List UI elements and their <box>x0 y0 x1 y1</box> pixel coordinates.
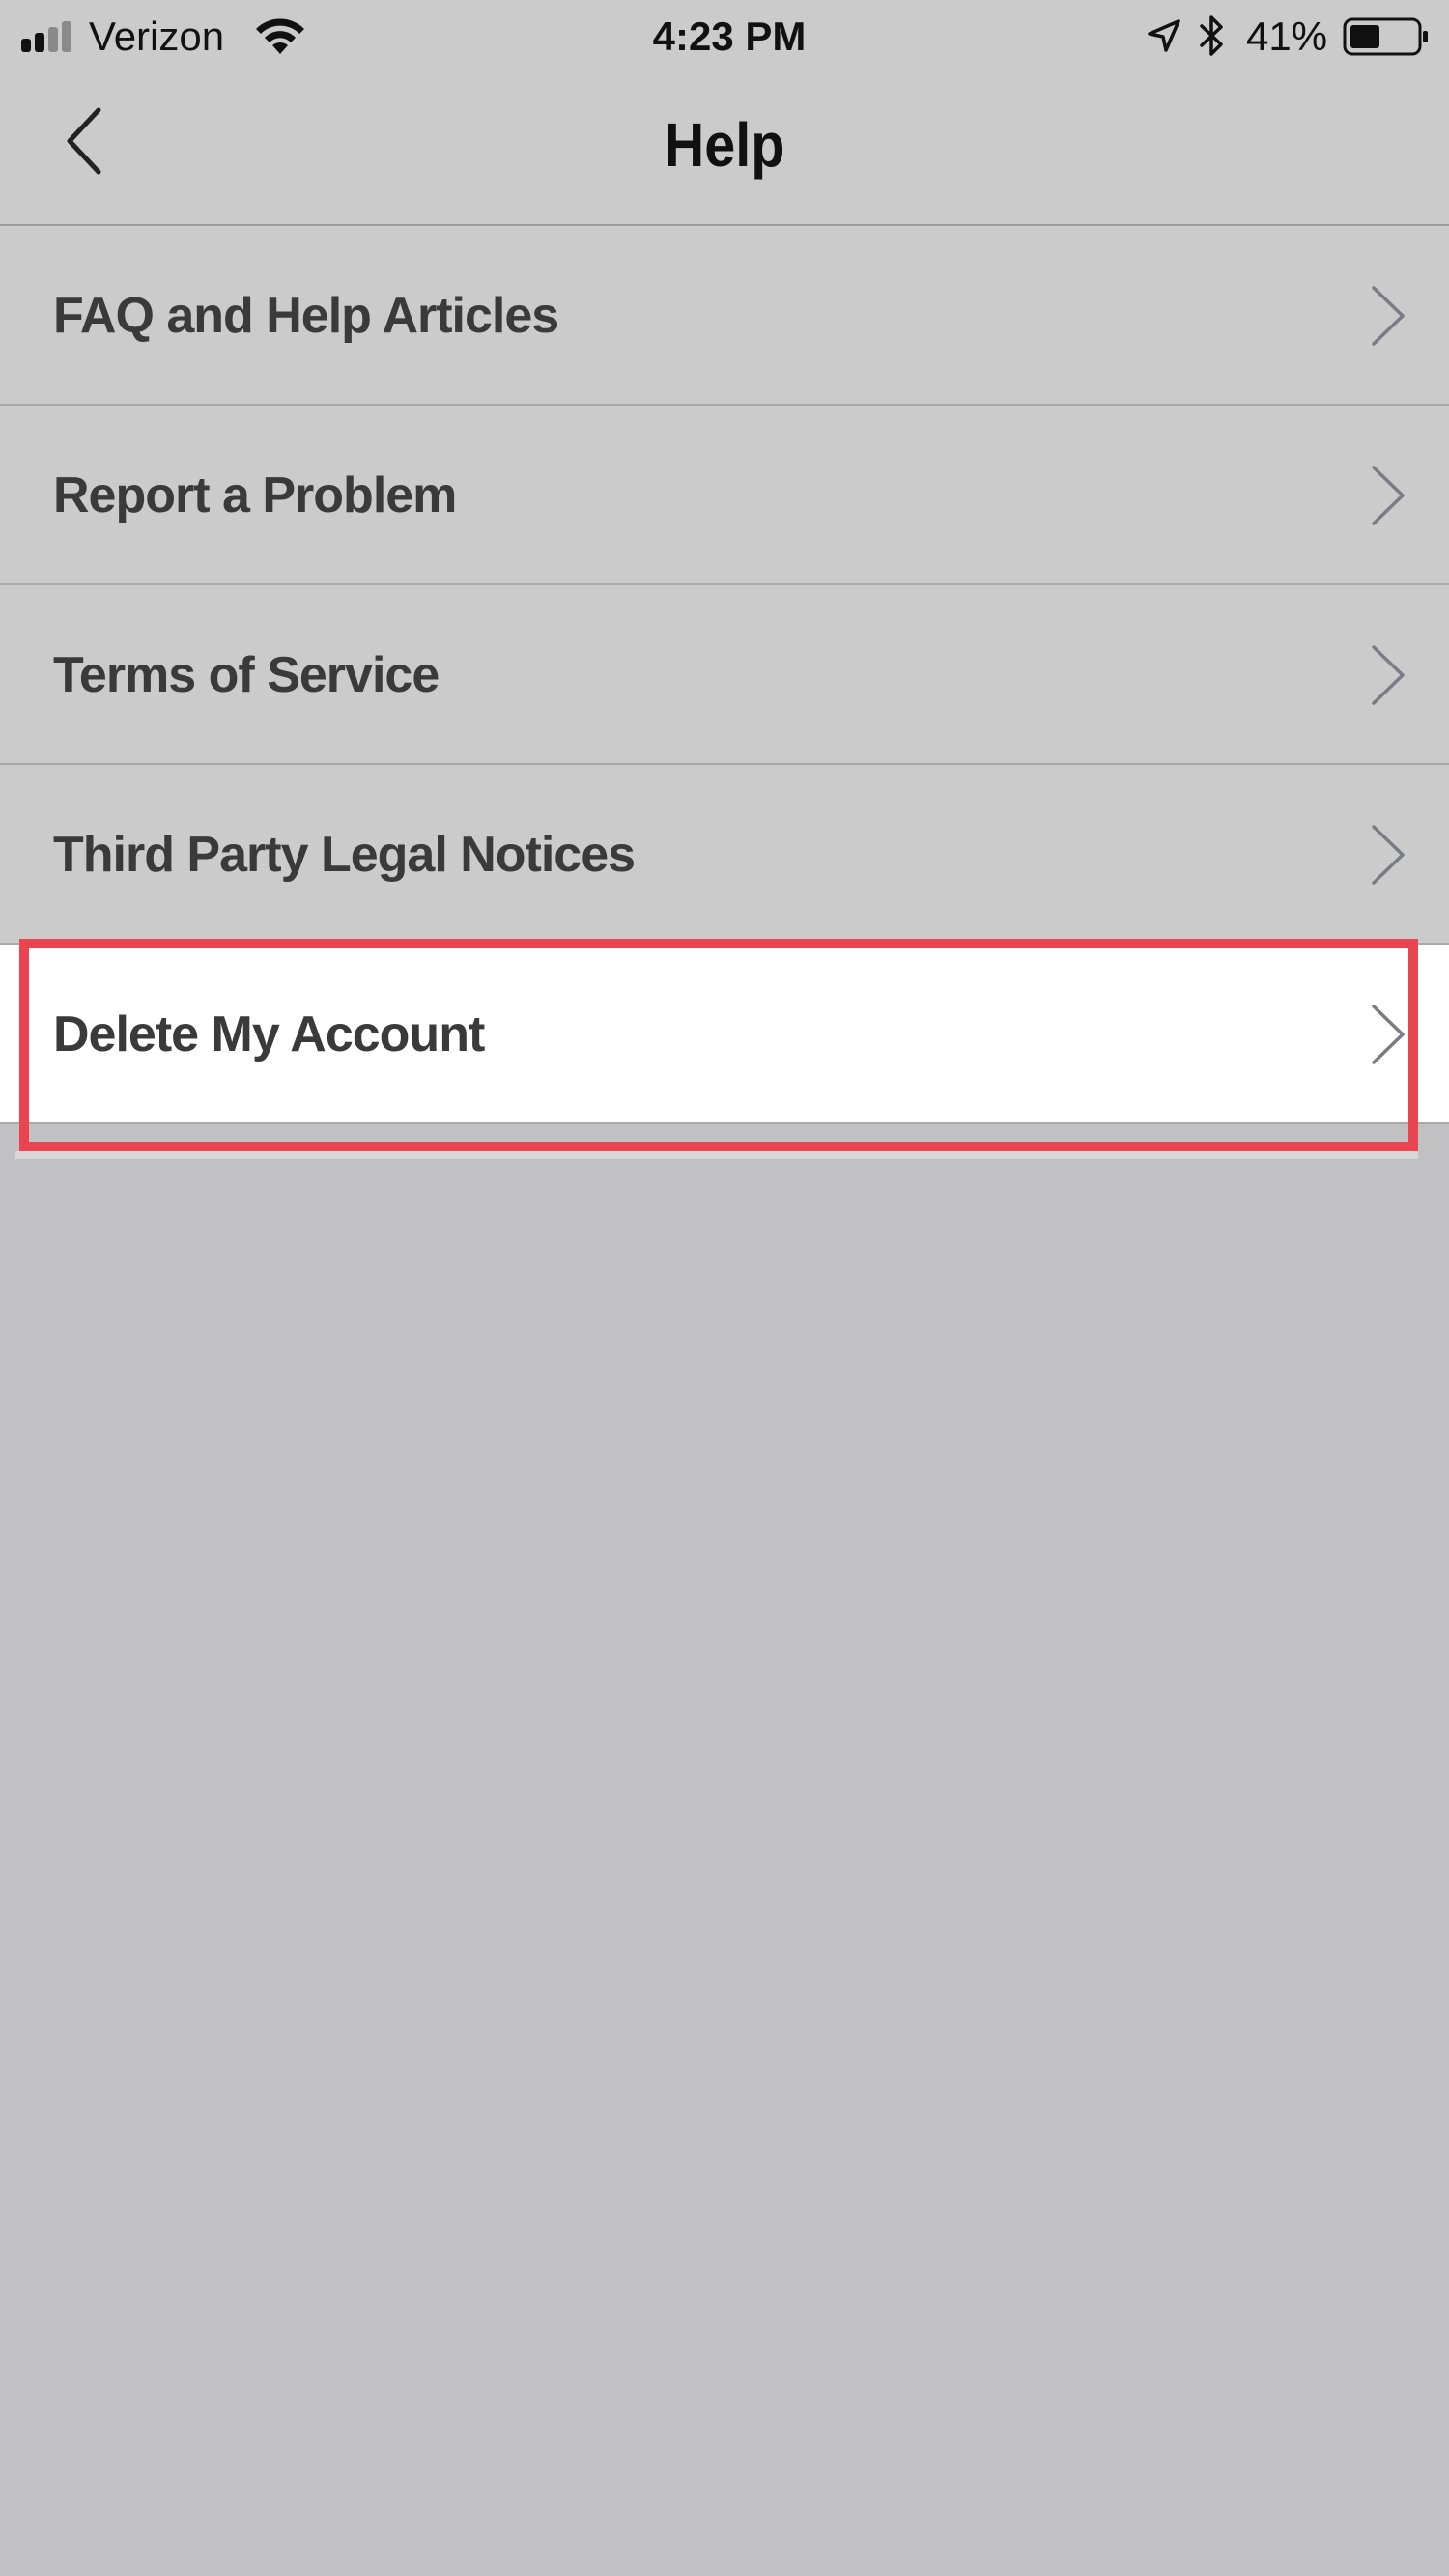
menu-item-delete-account[interactable]: Delete My Account <box>0 945 1449 1124</box>
menu-item-faq[interactable]: FAQ and Help Articles <box>0 226 1449 406</box>
menu-item-label: Delete My Account <box>53 1006 485 1062</box>
help-menu-list: FAQ and Help Articles Report a Problem T… <box>0 226 1449 1124</box>
menu-item-label: FAQ and Help Articles <box>53 288 559 344</box>
chevron-right-icon <box>1372 645 1405 705</box>
menu-item-label: Report a Problem <box>53 467 457 524</box>
help-screen: Verizon 4:23 PM 41% Help FAQ and Help Ar… <box>0 0 1449 2576</box>
menu-item-label: Third Party Legal Notices <box>53 827 636 883</box>
chevron-right-icon <box>1372 466 1405 525</box>
battery-icon <box>1343 17 1428 56</box>
chevron-right-icon <box>1372 1005 1405 1064</box>
navigation-bar: Help <box>0 73 1449 224</box>
page-title: Help <box>664 110 785 180</box>
menu-item-report-problem[interactable]: Report a Problem <box>0 406 1449 585</box>
bluetooth-icon <box>1200 15 1223 56</box>
status-time: 4:23 PM <box>652 14 807 59</box>
chevron-right-icon <box>1372 825 1405 885</box>
location-icon <box>1148 19 1180 52</box>
menu-item-terms-of-service[interactable]: Terms of Service <box>0 585 1449 765</box>
highlight-shadow <box>15 1151 1418 1159</box>
menu-item-third-party-notices[interactable]: Third Party Legal Notices <box>0 765 1449 945</box>
menu-item-label: Terms of Service <box>53 647 440 703</box>
status-bar: Verizon 4:23 PM 41% <box>0 0 1449 73</box>
battery-percent: 41% <box>1246 14 1328 59</box>
chevron-right-icon <box>1372 286 1405 346</box>
